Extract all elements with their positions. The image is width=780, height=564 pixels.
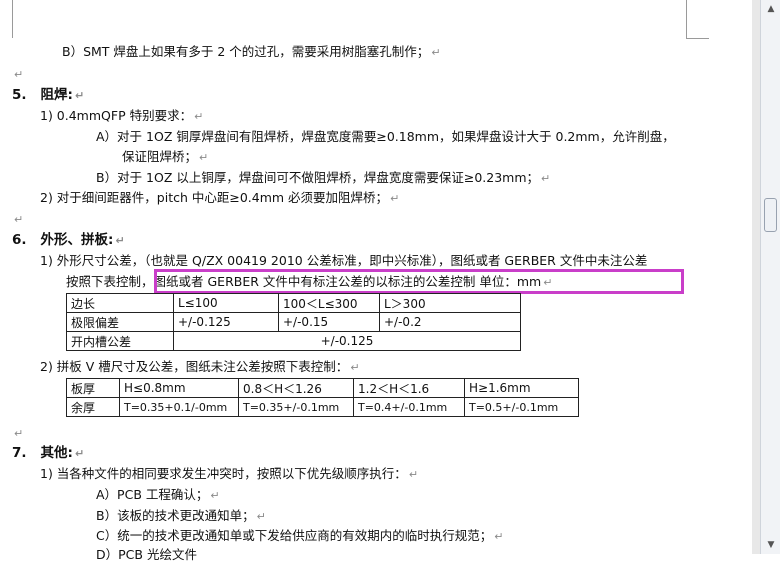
table-cell: H≤0.8mm bbox=[119, 378, 239, 398]
table-cell: +/-0.2 bbox=[379, 312, 521, 332]
table-cell: 板厚 bbox=[66, 378, 120, 398]
v-cut-table: 板厚 H≤0.8mm 0.8＜H＜1.26 1.2＜H＜1.6 H≥1.6mm … bbox=[66, 378, 579, 417]
table-cell: L＞300 bbox=[379, 293, 521, 313]
table-cell: T=0.5+/-0.1mm bbox=[464, 397, 579, 417]
table-cell: +/-0.125 bbox=[173, 312, 279, 332]
para-6-1: 1) 外形尺寸公差，（也就是 Q/ZX 00419 2010 公差标准，即中兴标… bbox=[40, 253, 648, 268]
vertical-scrollbar[interactable]: ▲ ▼ bbox=[760, 0, 780, 554]
para-7-1: 1) 当各种文件的相同要求发生冲突时，按照以下优先级顺序执行： ↵ bbox=[40, 466, 419, 481]
scroll-down-icon[interactable]: ▼ bbox=[764, 538, 778, 552]
table-cell: 0.8＜H＜1.26 bbox=[238, 378, 354, 398]
table-cell: T=0.4+/-0.1mm bbox=[353, 397, 465, 417]
scroll-thumb[interactable] bbox=[764, 198, 777, 232]
scroll-up-icon[interactable]: ▲ bbox=[764, 2, 778, 16]
table-row: 板厚 H≤0.8mm 0.8＜H＜1.26 1.2＜H＜1.6 H≥1.6mm bbox=[66, 378, 579, 398]
para-5-2: 2) 对于细间距器件，pitch 中心距≥0.4mm 必须要加阻焊桥； ↵ bbox=[40, 190, 400, 205]
document-page: B）SMT 焊盘上如果有多于 2 个的过孔，需要采用树脂塞孔制作； ↵ ↵ 5. 阻… bbox=[0, 0, 752, 562]
highlight-box bbox=[154, 269, 684, 294]
table-row: 开内槽公差 +/-0.125 bbox=[66, 331, 521, 351]
table-row: 边长 L≤100 100＜L≤300 L＞300 bbox=[66, 293, 521, 313]
para-7-1-a: A）PCB 工程确认； ↵ bbox=[96, 487, 220, 502]
table-cell: 1.2＜H＜1.6 bbox=[353, 378, 465, 398]
table-cell: 极限偏差 bbox=[66, 312, 174, 332]
table-row: 极限偏差 +/-0.125 +/-0.15 +/-0.2 bbox=[66, 312, 521, 332]
table-cell: +/-0.125 bbox=[173, 331, 521, 351]
table-cell: 100＜L≤300 bbox=[278, 293, 380, 313]
para-7-1-b: B）该板的技术更改通知单； ↵ bbox=[96, 508, 266, 523]
blank-para: ↵ bbox=[14, 213, 24, 226]
table-cell: 开内槽公差 bbox=[66, 331, 174, 351]
heading-6: 6. 外形、拼板: ↵ bbox=[12, 232, 125, 248]
table-cell: +/-0.15 bbox=[278, 312, 380, 332]
corner-mark-right bbox=[686, 0, 709, 39]
corner-mark-left bbox=[0, 0, 13, 38]
para-6-2: 2) 拼板 V 槽尺寸及公差，图纸未注公差按照下表控制： ↵ bbox=[40, 359, 360, 374]
table-cell: T=0.35+0.1/-0mm bbox=[119, 397, 239, 417]
blank-para: ↵ bbox=[14, 427, 24, 440]
tolerance-table: 边长 L≤100 100＜L≤300 L＞300 极限偏差 +/-0.125 +… bbox=[66, 293, 521, 351]
table-cell: 边长 bbox=[66, 293, 174, 313]
para-5-1-b: B）对于 1OZ 以上铜厚，焊盘间可不做阻焊桥，焊盘宽度需要保证≥0.23mm；… bbox=[96, 170, 551, 185]
heading-7: 7. 其他: ↵ bbox=[12, 445, 85, 461]
blank-para: ↵ bbox=[14, 68, 24, 81]
para-smt-vias: B）SMT 焊盘上如果有多于 2 个的过孔，需要采用树脂塞孔制作； ↵ bbox=[62, 44, 441, 59]
table-cell: H≥1.6mm bbox=[464, 378, 579, 398]
table-cell: L≤100 bbox=[173, 293, 279, 313]
para-7-1-d: D）PCB 光绘文件 bbox=[96, 547, 197, 562]
para-5-1-a-cont: 保证阻焊桥； ↵ bbox=[122, 149, 209, 164]
heading-5: 5. 阻焊: ↵ bbox=[12, 87, 85, 103]
table-cell: T=0.35+/-0.1mm bbox=[238, 397, 354, 417]
para-7-1-c: C）统一的技术更改通知单或下发给供应商的有效期内的临时执行规范； ↵ bbox=[96, 528, 504, 543]
table-cell: 余厚 bbox=[66, 397, 120, 417]
para-5-1-a: A）对于 1OZ 铜厚焊盘间有阻焊桥，焊盘宽度需要≥0.18mm，如果焊盘设计大… bbox=[96, 129, 675, 144]
table-row: 余厚 T=0.35+0.1/-0mm T=0.35+/-0.1mm T=0.4+… bbox=[66, 397, 579, 417]
para-5-1: 1) 0.4mmQFP 特别要求： ↵ bbox=[40, 108, 204, 123]
page-gap bbox=[752, 0, 760, 554]
